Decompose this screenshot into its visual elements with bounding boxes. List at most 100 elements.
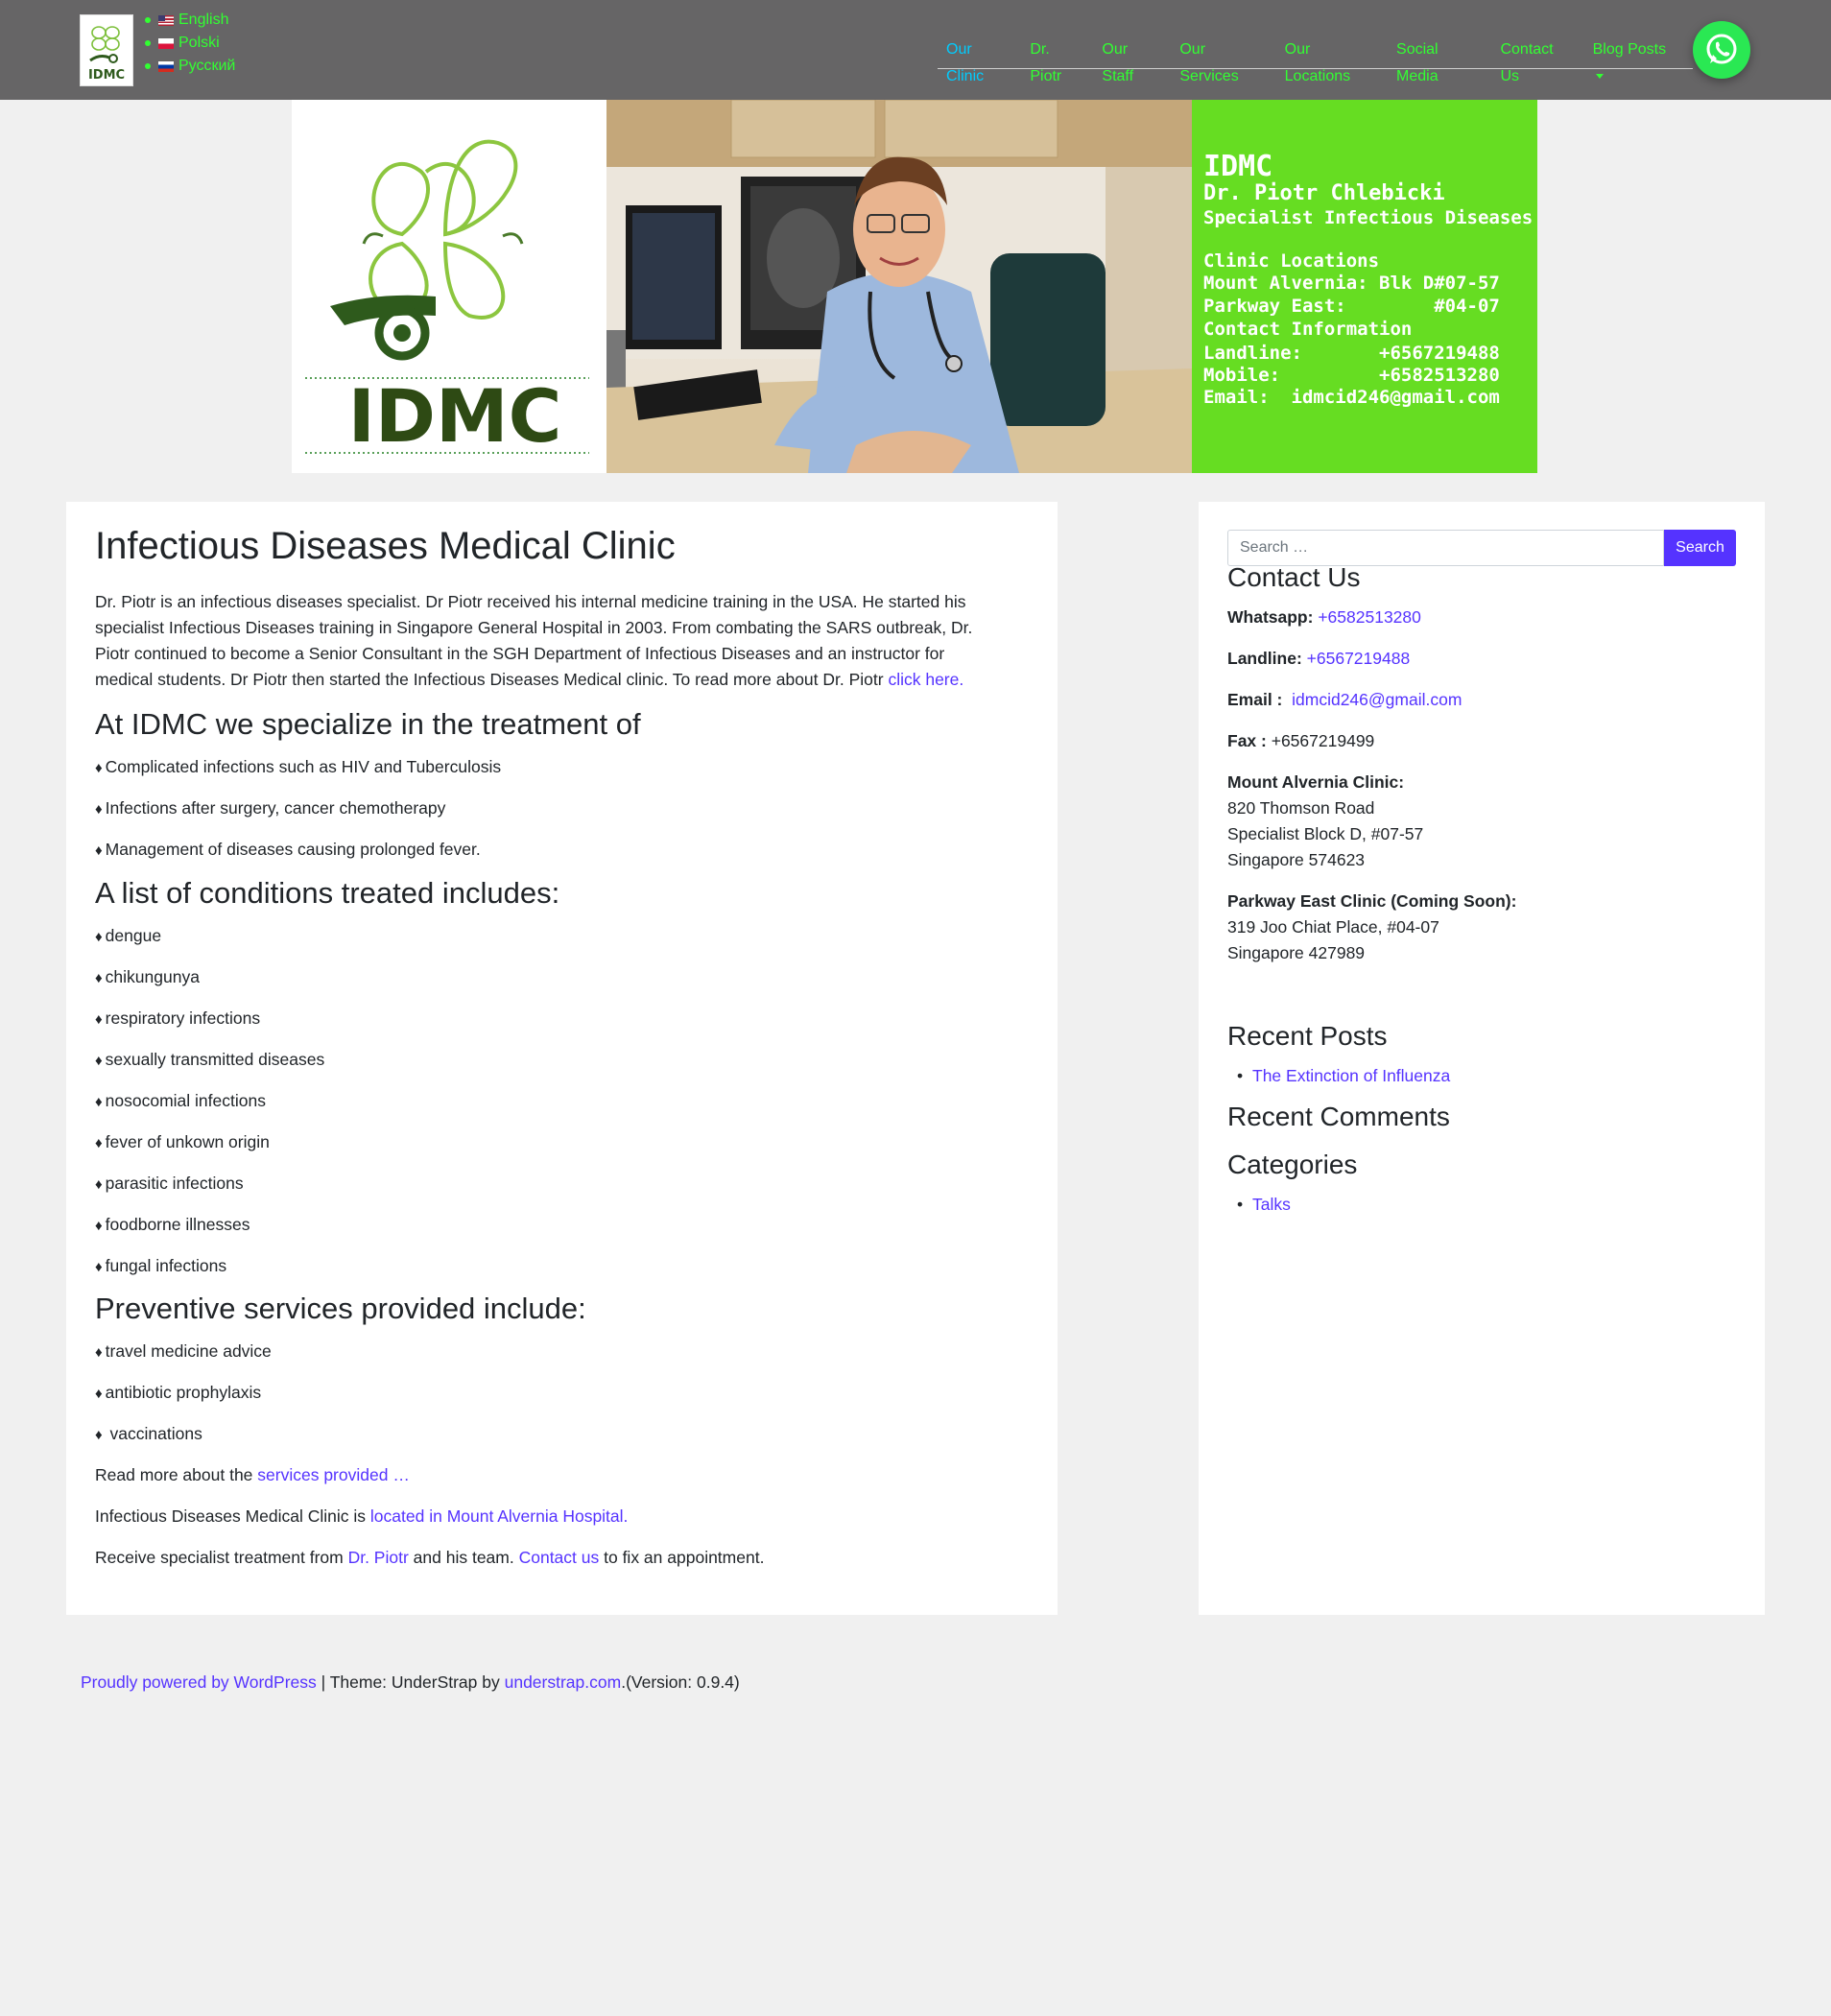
address-line: 820 Thomson Road xyxy=(1227,798,1375,818)
nav-link[interactable]: Dr. Piotr xyxy=(1030,41,1061,84)
banner-info-line: Clinic Locations xyxy=(1203,250,1380,272)
banner-info-line: Mount Alvernia: Blk D#07-57 xyxy=(1203,273,1500,294)
diamond-icon: ♦ xyxy=(95,1344,103,1361)
main-content: Infectious Diseases Medical Clinic Dr. P… xyxy=(66,502,1058,1615)
diamond-icon: ♦ xyxy=(95,970,103,986)
email-line: Email : idmcid246@gmail.com xyxy=(1227,690,1462,709)
header-banner: IDMC IDMC Dr. Piotr Chlebicki Specialist… xyxy=(292,100,1537,473)
address-line: 319 Joo Chiat Place, #04-07 xyxy=(1227,917,1439,937)
nav-item-social-media[interactable]: Social Media xyxy=(1396,36,1483,90)
nav-link[interactable]: Contact Us xyxy=(1500,41,1553,84)
nav-link[interactable]: Our Clinic xyxy=(946,41,984,84)
nav-item-our-locations[interactable]: Our Locations xyxy=(1285,36,1379,90)
email-link[interactable]: idmcid246@gmail.com xyxy=(1292,690,1462,709)
search-input[interactable] xyxy=(1227,530,1664,566)
language-item-english[interactable]: English xyxy=(144,9,235,32)
wordpress-link[interactable]: Proudly powered by WordPress xyxy=(81,1672,317,1692)
whatsapp-number-link[interactable]: +6582513280 xyxy=(1318,607,1421,627)
dr-piotr-link[interactable]: Dr. Piotr xyxy=(348,1548,409,1567)
diamond-icon: ♦ xyxy=(95,1176,103,1193)
address-line: Singapore 427989 xyxy=(1227,943,1366,962)
dropdown-caret-icon[interactable] xyxy=(1595,74,1604,80)
bullet-icon xyxy=(145,40,151,46)
page-title: Infectious Diseases Medical Clinic xyxy=(95,525,676,567)
read-more-about-link[interactable]: click here. xyxy=(888,670,963,689)
site-footer: Proudly powered by WordPress | Theme: Un… xyxy=(81,1672,740,1692)
contact-us-link[interactable]: Contact us xyxy=(519,1548,600,1567)
banner-info-name: Dr. Piotr Chlebicki xyxy=(1203,181,1445,205)
nav-item-our-clinic[interactable]: Our Clinic xyxy=(946,36,1012,90)
doctor-photo xyxy=(606,100,1192,473)
banner-info-line: Parkway East: #04-07 xyxy=(1203,296,1500,317)
list-item: ♦ respiratory infections xyxy=(95,1007,260,1032)
nav-item-contact-us[interactable]: Contact Us xyxy=(1500,36,1575,90)
nav-item-dr-piotr[interactable]: Dr. Piotr xyxy=(1030,36,1084,90)
recent-posts-heading: Recent Posts xyxy=(1227,1021,1388,1051)
clover-stethoscope-logo-icon: IDMC xyxy=(305,139,589,459)
mount-alvernia-label: Mount Alvernia Clinic: xyxy=(1227,772,1405,792)
appointment-line: Receive specialist treatment from Dr. Pi… xyxy=(95,1548,765,1567)
list-item: ♦ sexually transmitted diseases xyxy=(95,1048,324,1073)
banner-info-line: Landline: +6567219488 xyxy=(1203,343,1500,364)
diamond-icon: ♦ xyxy=(95,1427,103,1443)
search-button[interactable]: Search xyxy=(1664,530,1736,566)
nav-item-blog-posts[interactable]: Blog Posts xyxy=(1593,36,1676,90)
address-line: Specialist Block D, #07-57 xyxy=(1227,824,1424,843)
fax-line: Fax : +6567219499 xyxy=(1227,731,1375,750)
location-link[interactable]: located in Mount Alvernia Hospital. xyxy=(370,1506,628,1526)
list-item: ♦ foodborne illnesses xyxy=(95,1213,250,1238)
landline-line: Landline: +6567219488 xyxy=(1227,649,1411,668)
understrap-link[interactable]: understrap.com xyxy=(505,1672,622,1692)
banner-info-panel: IDMC Dr. Piotr Chlebicki Specialist Infe… xyxy=(1192,100,1537,473)
whatsapp-button[interactable] xyxy=(1693,21,1750,79)
svg-text:IDMC: IDMC xyxy=(348,373,562,459)
parkway-east-label: Parkway East Clinic (Coming Soon): xyxy=(1227,891,1517,911)
location-line: Infectious Diseases Medical Clinic is lo… xyxy=(95,1506,629,1526)
site-logo[interactable]: IDMC xyxy=(80,14,133,86)
list-item: ♦ nosocomial infections xyxy=(95,1089,266,1114)
language-switcher: English Polski Русский xyxy=(144,9,235,78)
category-link[interactable]: Talks xyxy=(1237,1195,1291,1215)
svg-text:IDMC: IDMC xyxy=(88,68,125,83)
nav-item-our-staff[interactable]: Our Staff xyxy=(1102,36,1162,90)
list-item: ♦ chikungunya xyxy=(95,965,200,990)
contact-heading: Contact Us xyxy=(1227,562,1361,592)
list-item: ♦ parasitic infections xyxy=(95,1172,244,1197)
pl-flag-icon xyxy=(158,37,174,49)
whatsapp-line: Whatsapp: +6582513280 xyxy=(1227,607,1421,627)
recent-post-link[interactable]: The Extinction of Influenza xyxy=(1237,1066,1450,1086)
list-item: ♦ Infections after surgery, cancer chemot… xyxy=(95,796,445,821)
read-more-line: Read more about the services provided … xyxy=(95,1465,410,1484)
banner-info-line: Mobile: +6582513280 xyxy=(1203,365,1500,386)
main-nav: Our Clinic Dr. Piotr Our Staff Our Servi… xyxy=(938,36,1693,84)
diamond-icon: ♦ xyxy=(95,1386,103,1402)
whatsapp-icon xyxy=(1706,34,1737,64)
banner-logo: IDMC xyxy=(292,100,606,473)
bullet-icon xyxy=(145,17,151,23)
specialize-heading: At IDMC we specialize in the treatment o… xyxy=(95,707,641,741)
nav-link[interactable]: Our Staff xyxy=(1102,41,1133,84)
language-link[interactable]: Русский xyxy=(178,55,235,78)
language-link[interactable]: English xyxy=(178,9,228,32)
list-item: ♦ fungal infections xyxy=(95,1254,226,1279)
nav-link[interactable]: Blog Posts xyxy=(1593,41,1666,58)
doctor-photo-image xyxy=(606,100,1192,473)
diamond-icon: ♦ xyxy=(95,1094,103,1110)
diamond-icon: ♦ xyxy=(95,929,103,945)
list-item: ♦ antibiotic prophylaxis xyxy=(95,1381,261,1406)
intro-paragraph: Dr. Piotr is an infectious diseases spec… xyxy=(95,589,1007,693)
nav-link[interactable]: Our Services xyxy=(1179,41,1238,84)
nav-item-our-services[interactable]: Our Services xyxy=(1179,36,1267,90)
us-flag-icon xyxy=(158,14,174,26)
banner-info-specialty: Specialist Infectious Diseases xyxy=(1203,207,1534,228)
top-navbar: IDMC English Polski Русский Our Clinic D… xyxy=(0,0,1831,100)
language-item-russian[interactable]: Русский xyxy=(144,55,235,78)
bullet-icon xyxy=(145,63,151,69)
services-provided-link[interactable]: services provided … xyxy=(257,1465,410,1484)
language-item-polski[interactable]: Polski xyxy=(144,32,235,55)
nav-link[interactable]: Social Media xyxy=(1396,41,1439,84)
diamond-icon: ♦ xyxy=(95,1259,103,1275)
nav-link[interactable]: Our Locations xyxy=(1285,41,1351,84)
landline-number-link[interactable]: +6567219488 xyxy=(1307,649,1411,668)
language-link[interactable]: Polski xyxy=(178,32,220,55)
